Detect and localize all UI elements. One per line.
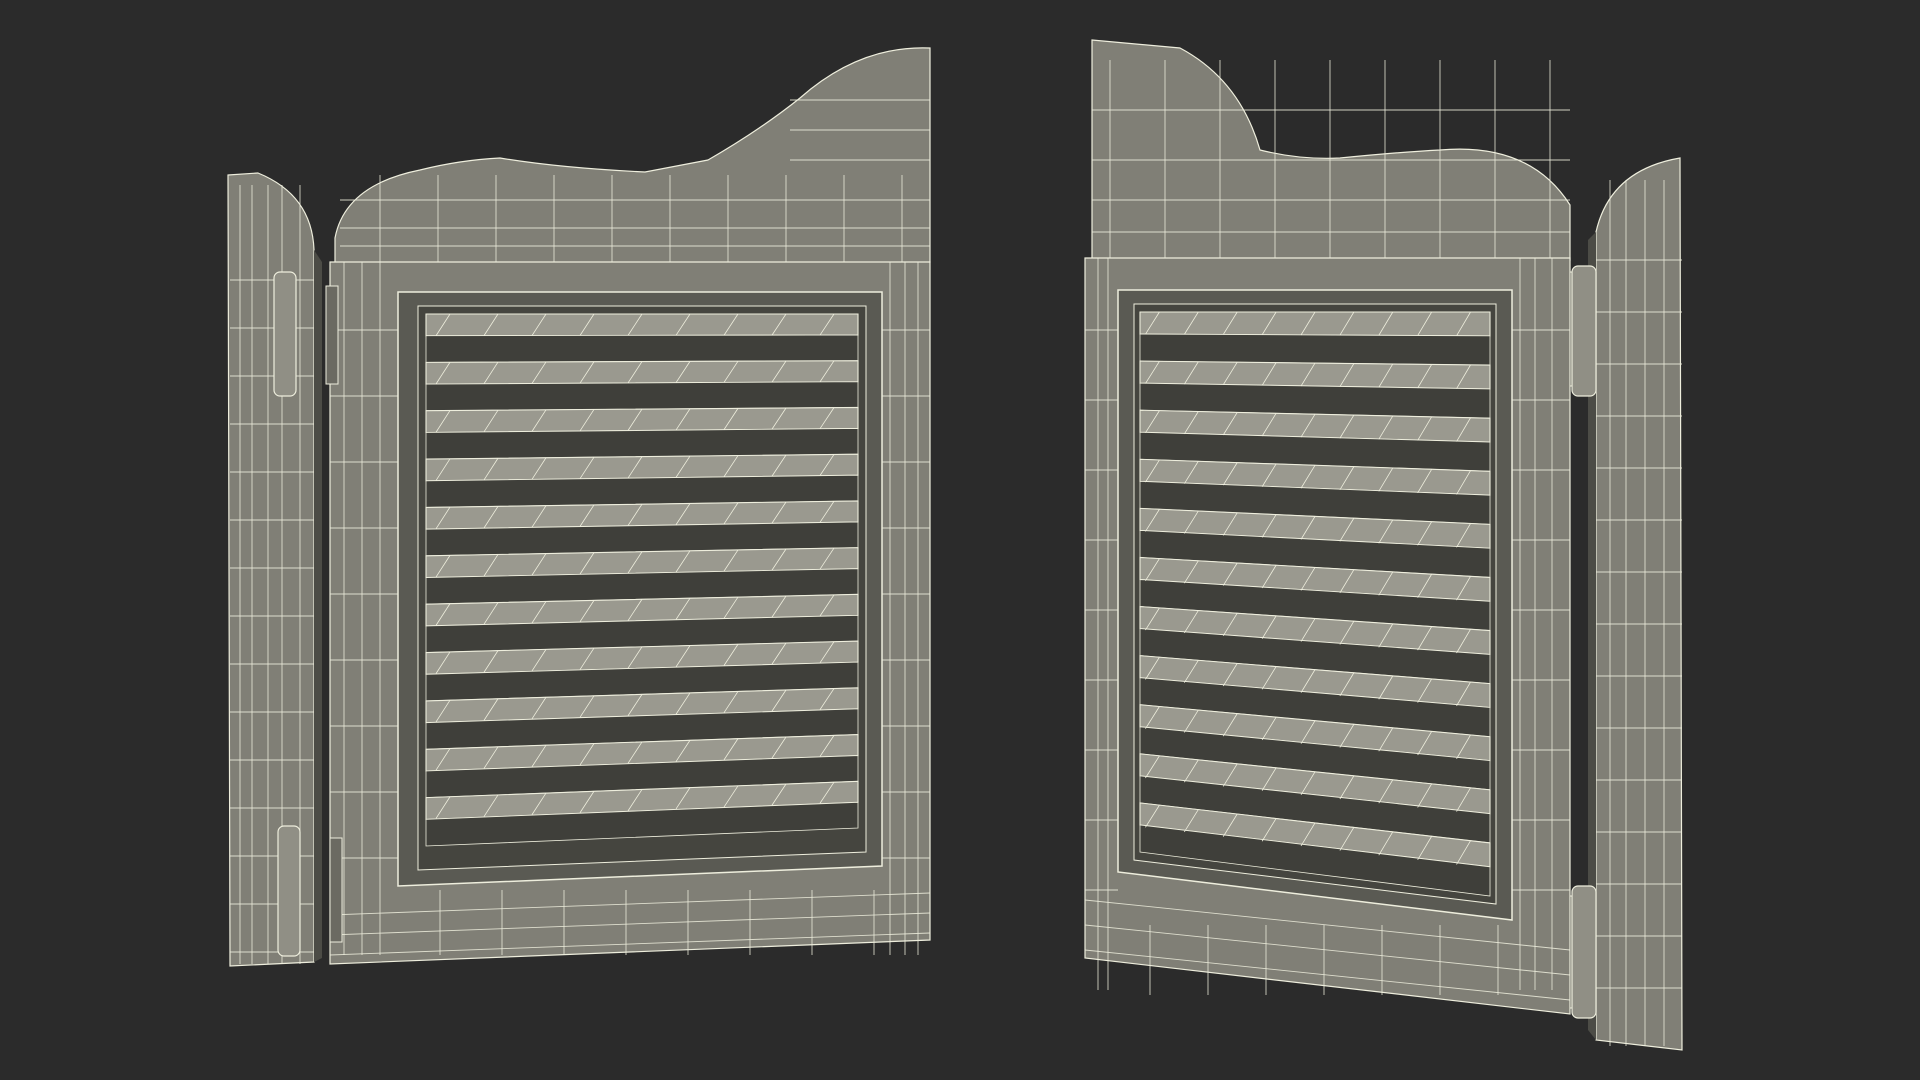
louver-slat-shadow (1139, 333, 1491, 366)
louver-slat-face (425, 360, 859, 385)
left-door-slats (425, 313, 859, 847)
louver-slat-face (1139, 311, 1491, 337)
left-door-post (227, 172, 315, 967)
right-door-hinge-bottom (1569, 885, 1597, 1019)
right-door-post (1595, 157, 1683, 1051)
louver-slat-shadow (425, 381, 859, 412)
render-viewport (0, 0, 1920, 1080)
right-door-hinge-top (1569, 265, 1597, 397)
left-door-post-side (314, 250, 322, 962)
wireframe-render (0, 0, 1920, 1080)
louver-slat-shadow (425, 334, 859, 363)
right-door-slats (1139, 311, 1491, 897)
